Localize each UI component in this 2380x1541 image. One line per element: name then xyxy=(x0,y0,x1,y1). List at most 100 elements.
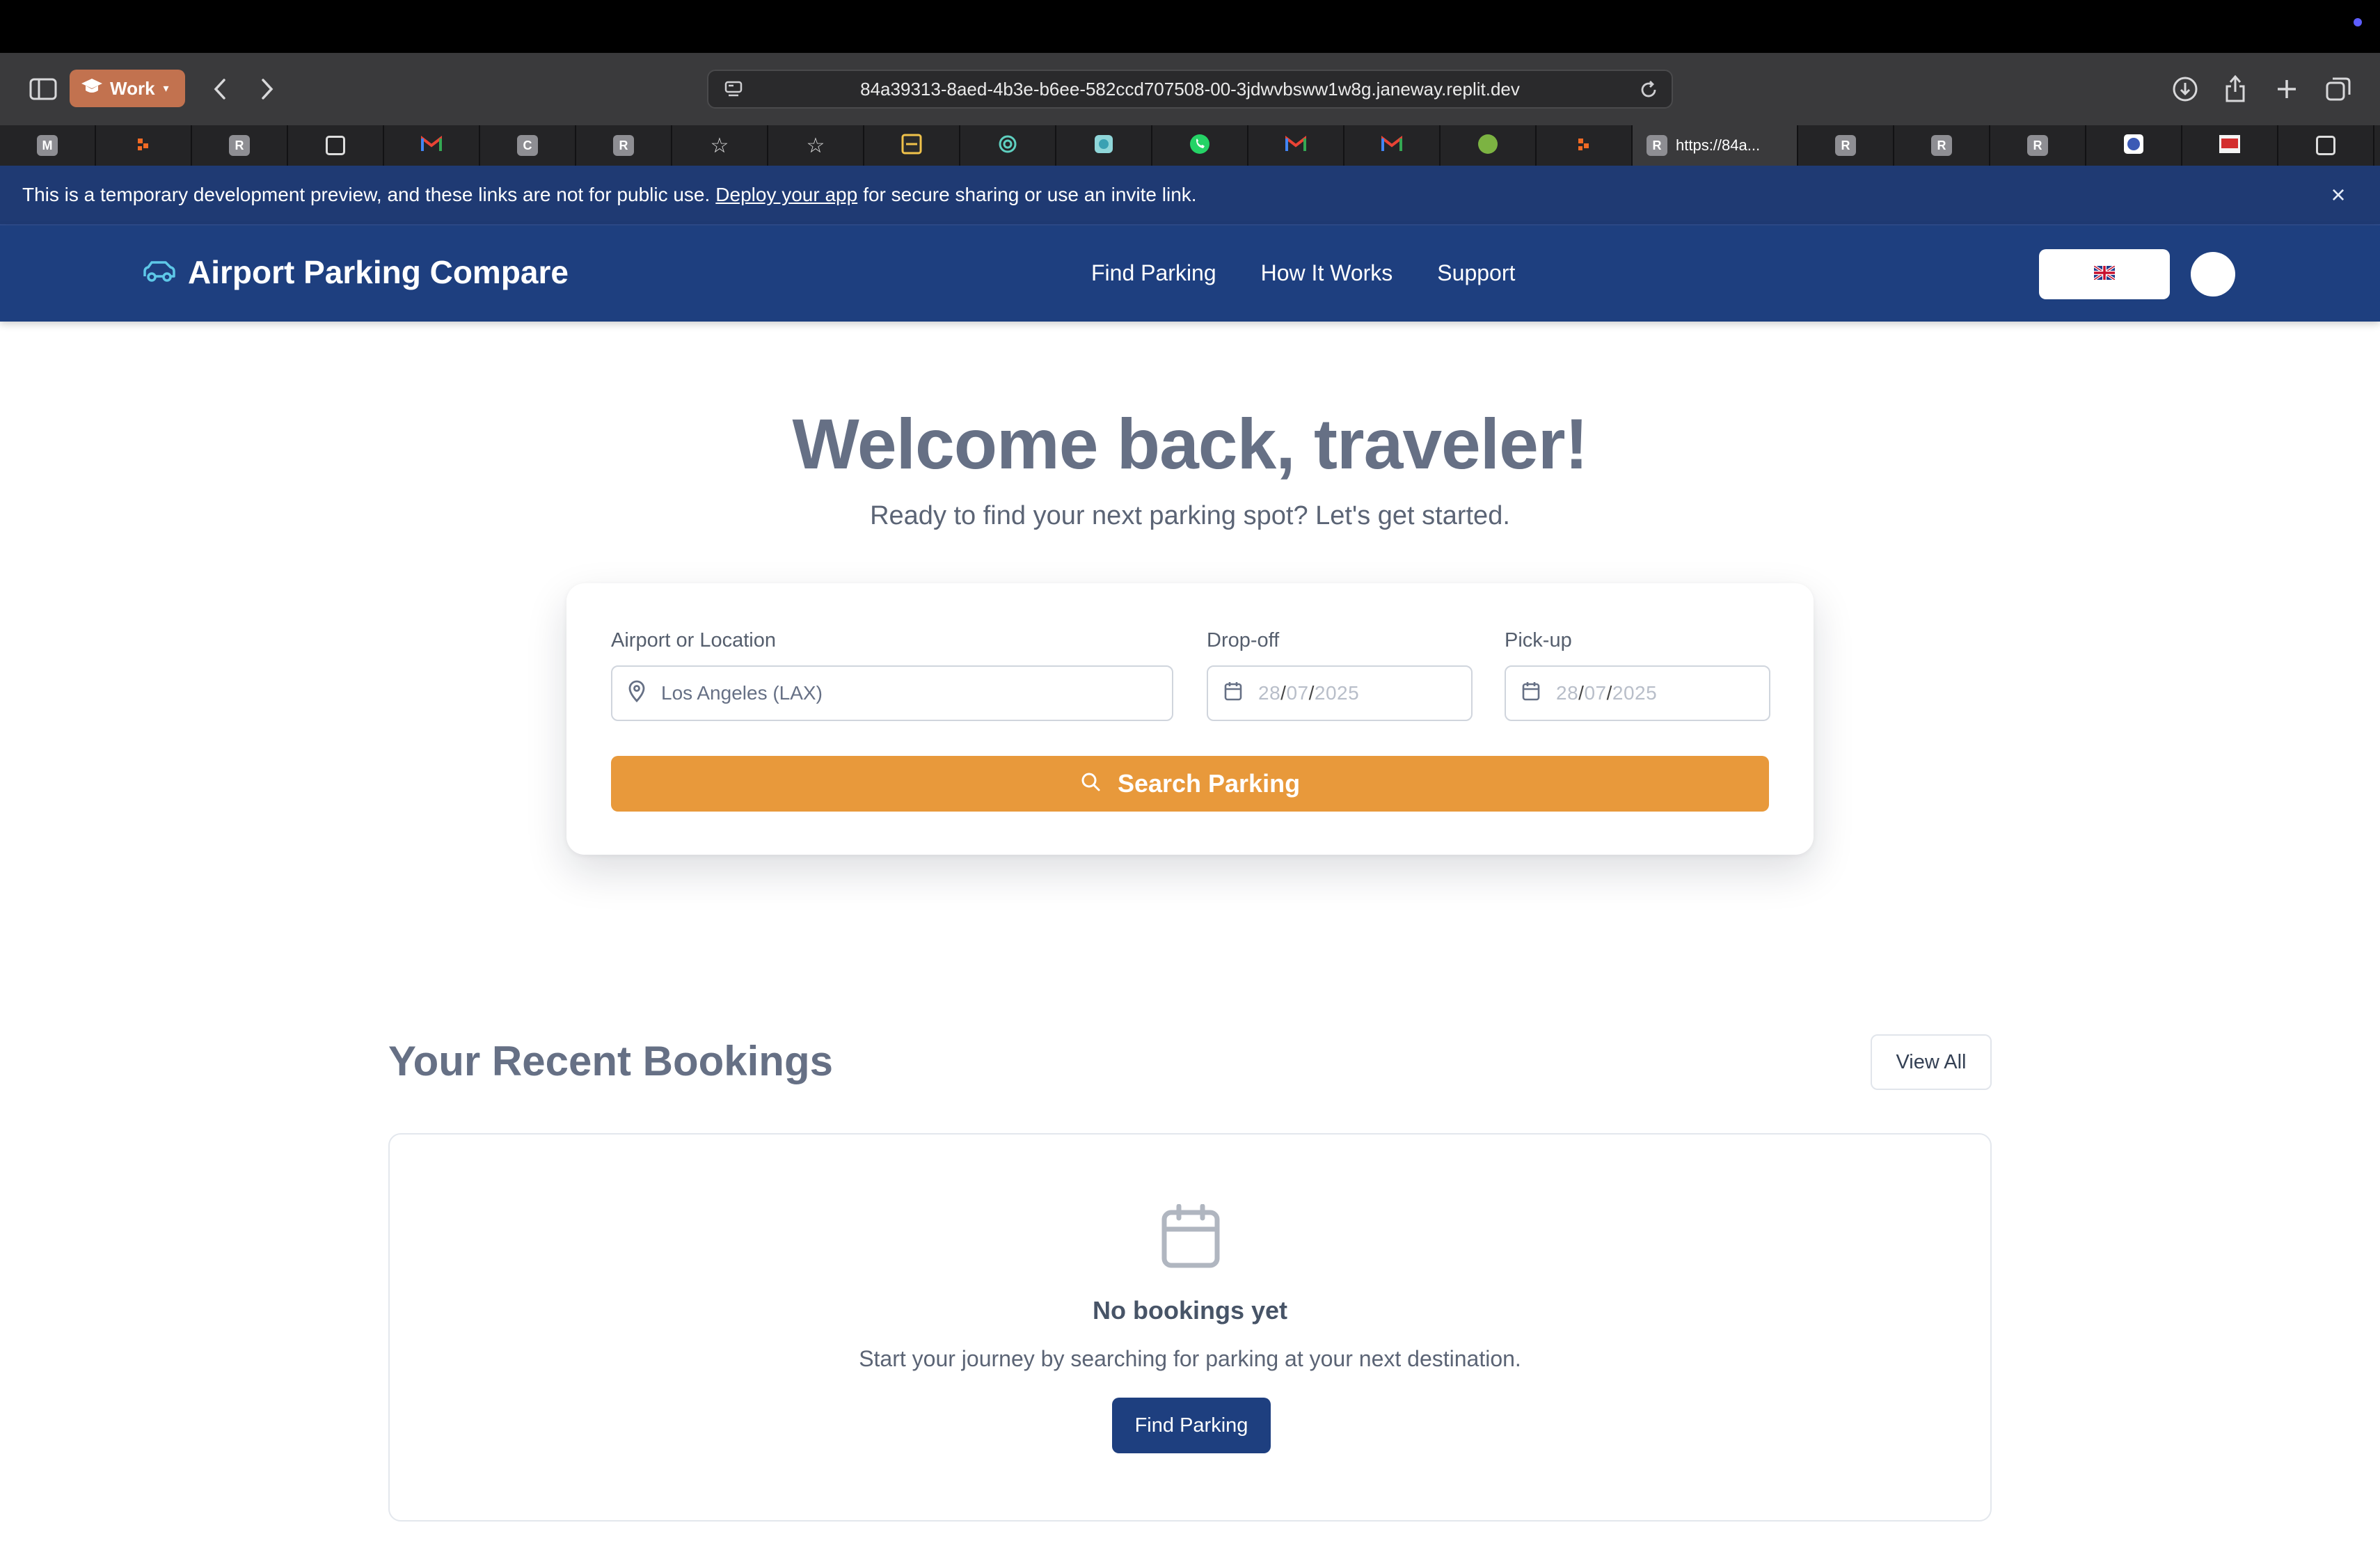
star-icon: ☆ xyxy=(710,134,729,157)
replit-favicon-icon: R xyxy=(229,135,250,156)
page-settings-icon[interactable] xyxy=(724,79,743,104)
uk-flag-icon xyxy=(2093,264,2116,283)
nav-support[interactable]: Support xyxy=(1437,260,1515,286)
empty-state-text: Start your journey by searching for park… xyxy=(859,1346,1521,1371)
recent-bookings-heading: Your Recent Bookings xyxy=(388,1038,833,1084)
pickup-date-input[interactable]: 28/07/2025 xyxy=(1505,665,1770,721)
dropoff-label: Drop-off xyxy=(1207,629,1280,651)
tab-whatsapp[interactable] xyxy=(1152,125,1248,166)
user-avatar[interactable] xyxy=(2191,252,2235,297)
tab-teal-app[interactable] xyxy=(1056,125,1152,166)
nav-how-it-works[interactable]: How It Works xyxy=(1261,260,1393,286)
tab-replit-3[interactable]: R xyxy=(1798,125,1894,166)
view-all-button[interactable]: View All xyxy=(1871,1034,1992,1090)
tab-blue-circle[interactable] xyxy=(2086,125,2182,166)
replit-favicon-icon: R xyxy=(1647,135,1667,156)
graduation-cap-icon xyxy=(81,77,103,100)
tab-star-2[interactable]: ☆ xyxy=(768,125,864,166)
brand-name: Airport Parking Compare xyxy=(188,254,569,290)
site-header: Airport Parking Compare Find Parking How… xyxy=(0,226,2380,322)
location-label: Airport or Location xyxy=(611,629,776,651)
tab-bar: M R C R ☆ ☆ R https://84a... R R R xyxy=(0,125,2380,166)
tab-replit-5[interactable]: R xyxy=(1990,125,2086,166)
language-selector-button[interactable] xyxy=(2039,249,2170,299)
tab-overview-icon[interactable] xyxy=(2323,74,2354,104)
map-pin-icon xyxy=(628,680,646,707)
orange-logo-icon xyxy=(1574,134,1594,157)
deploy-app-link[interactable]: Deploy your app xyxy=(715,184,857,206)
tab-spiral[interactable] xyxy=(960,125,1056,166)
tab-orange-logo[interactable] xyxy=(96,125,192,166)
new-tab-plus-icon[interactable] xyxy=(2271,74,2302,104)
tab-replit-2[interactable]: R xyxy=(576,125,672,166)
welcome-subtitle: Ready to find your next parking spot? Le… xyxy=(870,501,1510,530)
welcome-heading: Welcome back, traveler! xyxy=(792,404,1588,484)
tab-gmail-m[interactable]: M xyxy=(0,125,96,166)
profile-switcher-button[interactable]: Work ▾ xyxy=(70,70,185,107)
active-tab-title: https://84a... xyxy=(1676,136,1761,154)
replit-favicon-icon: R xyxy=(1835,135,1856,156)
tab-boxed-arrow[interactable] xyxy=(288,125,384,166)
parking-search-card: Airport or Location Los Angeles (LAX) Dr… xyxy=(566,583,1814,855)
tab-c[interactable]: C xyxy=(480,125,576,166)
banner-text-before: This is a temporary development preview,… xyxy=(22,184,711,205)
orange-logo-icon xyxy=(134,134,153,157)
nav-find-parking[interactable]: Find Parking xyxy=(1091,260,1216,286)
boxed-arrow-icon xyxy=(2316,136,2335,155)
tab-gmail-1[interactable] xyxy=(384,125,480,166)
dropoff-date-input[interactable]: 28/07/2025 xyxy=(1207,665,1473,721)
car-icon xyxy=(142,253,177,291)
replit-favicon-icon: R xyxy=(2027,135,2048,156)
dropoff-date-value: 28/07/2025 xyxy=(1258,682,1360,704)
downloads-icon[interactable] xyxy=(2170,74,2200,104)
location-value: Los Angeles (LAX) xyxy=(661,682,823,704)
blue-circle-icon xyxy=(2123,134,2144,158)
replit-favicon-icon: R xyxy=(1931,135,1952,156)
empty-bookings-card: No bookings yet Start your journey by se… xyxy=(388,1133,1992,1522)
red-logo-icon xyxy=(2219,134,2241,157)
tab-green-circle[interactable] xyxy=(1441,125,1537,166)
status-dot-icon xyxy=(2354,18,2362,26)
forward-arrow-icon[interactable] xyxy=(253,74,281,104)
reload-icon[interactable] xyxy=(1638,79,1659,105)
system-menu-bar xyxy=(0,0,2380,53)
tab-orange-logo-2[interactable] xyxy=(1537,125,1633,166)
search-parking-button[interactable]: Search Parking xyxy=(611,756,1769,812)
pickup-label: Pick-up xyxy=(1505,629,1572,651)
tab-boxed-arrow-2[interactable] xyxy=(2278,125,2374,166)
boxed-arrow-icon xyxy=(326,136,345,155)
banner-text-after: for secure sharing or use an invite link… xyxy=(863,184,1197,205)
chevron-down-icon: ▾ xyxy=(163,83,169,95)
tab-replit-4[interactable]: R xyxy=(1894,125,1990,166)
url-text: 84a39313-8aed-4b3e-b6ee-582ccd707508-00-… xyxy=(860,78,1520,100)
search-icon xyxy=(1080,769,1101,798)
gmail-icon xyxy=(1381,135,1402,156)
tab-gmail-3[interactable] xyxy=(1344,125,1441,166)
search-button-label: Search Parking xyxy=(1117,769,1301,798)
tab-star-1[interactable]: ☆ xyxy=(672,125,768,166)
brand-logo-link[interactable]: Airport Parking Compare xyxy=(142,253,569,291)
sidebar-toggle-icon[interactable] xyxy=(26,72,60,106)
main-nav: Find Parking How It Works Support xyxy=(1091,260,1515,286)
tab-replit-1[interactable]: R xyxy=(192,125,288,166)
profile-label: Work xyxy=(110,77,155,99)
dev-preview-banner: This is a temporary development preview,… xyxy=(0,166,2380,226)
tab-red-logo[interactable] xyxy=(2182,125,2278,166)
whatsapp-icon xyxy=(1189,133,1211,159)
gmail-icon xyxy=(421,135,442,156)
share-icon[interactable] xyxy=(2220,72,2251,104)
tab-yellow-box[interactable] xyxy=(864,125,960,166)
teal-app-icon xyxy=(1093,134,1114,158)
location-input[interactable]: Los Angeles (LAX) xyxy=(611,665,1173,721)
calendar-icon xyxy=(1223,681,1243,706)
close-icon[interactable]: × xyxy=(2324,180,2352,209)
empty-state-title: No bookings yet xyxy=(1092,1296,1288,1325)
find-parking-button[interactable]: Find Parking xyxy=(1112,1398,1271,1453)
replit-favicon-icon: R xyxy=(613,135,634,156)
tab-active-replit[interactable]: R https://84a... xyxy=(1633,125,1798,166)
c-favicon-icon: C xyxy=(517,135,538,156)
address-bar[interactable]: 84a39313-8aed-4b3e-b6ee-582ccd707508-00-… xyxy=(707,70,1673,109)
star-icon: ☆ xyxy=(806,134,825,157)
tab-gmail-2[interactable] xyxy=(1248,125,1344,166)
back-arrow-icon[interactable] xyxy=(206,74,234,104)
